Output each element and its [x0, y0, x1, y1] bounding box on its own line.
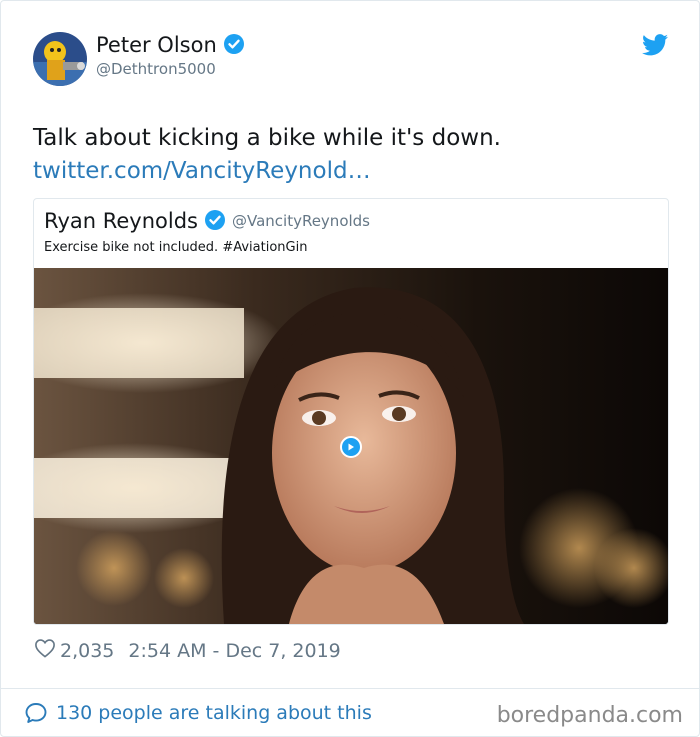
- watermark: boredpanda.com: [496, 703, 683, 728]
- speech-bubble-icon: [25, 703, 47, 723]
- tweet-meta: 2,035 2:54 AM - Dec 7, 2019: [34, 638, 341, 664]
- timestamp[interactable]: 2:54 AM - Dec 7, 2019: [128, 639, 340, 663]
- heart-icon[interactable]: [34, 638, 56, 664]
- quoted-text: Exercise bike not included. #AviationGin: [44, 240, 308, 255]
- conversation-text: 130 people are talking about this: [56, 702, 372, 724]
- tweet-body: Talk about kicking a bike while it's dow…: [33, 122, 653, 188]
- twitter-bird-icon[interactable]: [642, 34, 668, 60]
- author-handle[interactable]: @Dethtron5000: [96, 59, 216, 79]
- play-icon[interactable]: [340, 436, 362, 458]
- quoted-author[interactable]: Ryan Reynolds @VancityReynolds: [44, 208, 370, 237]
- verified-badge-icon: [204, 209, 226, 237]
- author-name[interactable]: Peter Olson: [96, 32, 245, 61]
- tweet-card: Peter Olson @Dethtron5000 Talk about kic…: [0, 0, 700, 737]
- tweet-link[interactable]: twitter.com/VancityReynold…: [33, 158, 371, 184]
- avatar[interactable]: [33, 32, 87, 86]
- video-thumbnail[interactable]: [34, 268, 668, 624]
- verified-badge-icon: [223, 33, 245, 61]
- author-name-text: Peter Olson: [96, 33, 217, 57]
- conversation-link[interactable]: 130 people are talking about this: [24, 701, 372, 725]
- divider: [1, 688, 699, 689]
- tweet-text: Talk about kicking a bike while it's dow…: [33, 125, 501, 151]
- quoted-tweet[interactable]: Ryan Reynolds @VancityReynolds Exercise b…: [33, 198, 669, 625]
- quoted-author-name: Ryan Reynolds: [44, 209, 198, 233]
- like-count[interactable]: 2,035: [60, 639, 114, 663]
- quoted-author-handle: @VancityReynolds: [231, 212, 370, 230]
